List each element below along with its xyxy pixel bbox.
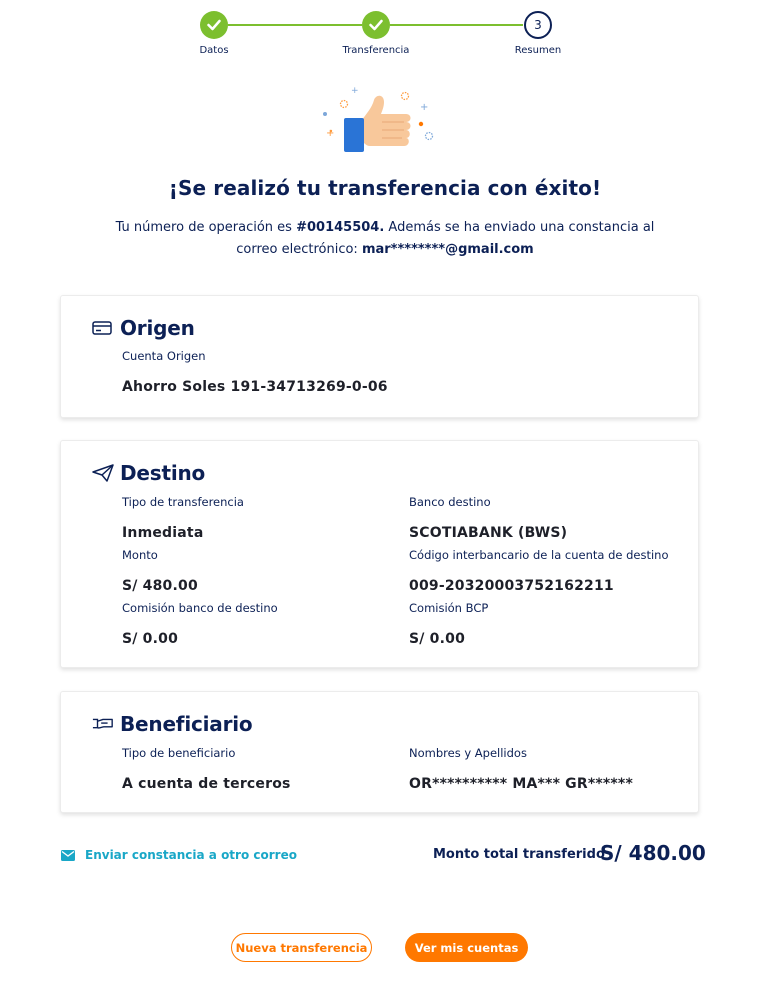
comision-bcp-value: S/ 0.00 — [409, 631, 466, 647]
destino-card: Destino Tipo de transferencia Inmediata … — [60, 440, 699, 668]
monto-value: S/ 480.00 — [122, 578, 198, 594]
nombres-label: Nombres y Apellidos — [409, 746, 527, 760]
envelope-icon — [61, 849, 75, 861]
banco-destino-label: Banco destino — [409, 495, 491, 509]
total-value: S/ 480.00 — [600, 841, 706, 865]
comision-destino-value: S/ 0.00 — [122, 631, 179, 647]
step-label-datos: Datos — [199, 45, 229, 56]
send-receipt-label: Enviar constancia a otro correo — [85, 848, 297, 862]
operation-number: #00145504. — [296, 220, 385, 235]
tipo-transferencia-label: Tipo de transferencia — [122, 495, 244, 509]
view-accounts-button[interactable]: Ver mis cuentas — [405, 933, 528, 962]
svg-text:+: + — [351, 86, 359, 96]
step-label-resumen: Resumen — [514, 45, 562, 56]
origen-account-value: Ahorro Soles 191-34713269-0-06 — [122, 379, 388, 395]
success-title: ¡Se realizó tu transferencia con éxito! — [168, 176, 602, 200]
tipo-beneficiario-label: Tipo de beneficiario — [122, 746, 236, 760]
monto-label: Monto — [122, 548, 158, 562]
paper-plane-icon — [92, 463, 114, 483]
step-transferencia-check-icon — [362, 11, 390, 39]
hand-card-icon — [92, 714, 114, 734]
cci-value: 009-20320003752162211 — [409, 578, 614, 594]
progress-stepper: Datos Transferencia 3 Resumen — [0, 11, 770, 61]
svg-text:+: + — [326, 128, 334, 139]
cci-label: Código interbancario de la cuenta de des… — [409, 548, 669, 562]
success-description: Tu número de operación es #00145504. Ade… — [100, 217, 670, 261]
stepper-line-1 — [228, 24, 362, 26]
comision-destino-label: Comisión banco de destino — [122, 601, 278, 615]
origen-card: Origen Cuenta Origen Ahorro Soles 191-34… — [60, 295, 699, 418]
comision-bcp-label: Comisión BCP — [409, 601, 489, 615]
origen-title: Origen — [120, 316, 195, 340]
banco-destino-value: SCOTIABANK (BWS) — [409, 525, 568, 541]
beneficiario-title: Beneficiario — [120, 712, 253, 736]
destino-title: Destino — [120, 461, 206, 485]
email-address: mar********@gmail.com — [361, 242, 534, 257]
svg-text:+: + — [420, 102, 428, 113]
thumbs-up-icon: + + + — [320, 84, 440, 164]
total-label: Monto total transferido — [433, 847, 605, 862]
tipo-transferencia-value: Inmediata — [122, 525, 204, 541]
new-transfer-button[interactable]: Nueva transferencia — [231, 933, 372, 962]
nombres-value: OR********** MA*** GR****** — [409, 776, 633, 792]
tipo-beneficiario-value: A cuenta de terceros — [122, 776, 291, 792]
origen-account-label: Cuenta Origen — [122, 349, 206, 363]
stepper-line-2 — [390, 24, 523, 26]
step-datos-check-icon — [200, 11, 228, 39]
step-label-transferencia: Transferencia — [342, 45, 410, 56]
card-icon — [92, 318, 114, 338]
send-receipt-link[interactable]: Enviar constancia a otro correo — [61, 848, 297, 862]
desc-prefix: Tu número de operación es — [115, 220, 297, 235]
step-resumen-number: 3 — [524, 11, 552, 39]
beneficiario-card: Beneficiario Tipo de beneficiario A cuen… — [60, 691, 699, 813]
